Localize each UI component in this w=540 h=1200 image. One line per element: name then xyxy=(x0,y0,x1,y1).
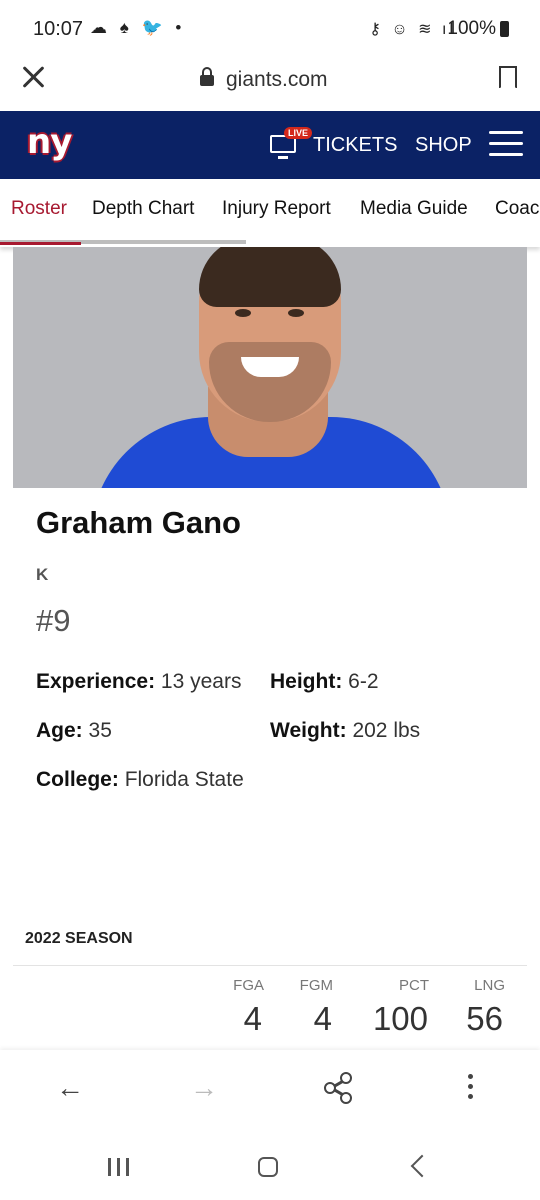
status-bar: 10:07 ☁ ♠ 🐦 • ⚷ ☺ ≋ ıl 100% xyxy=(0,0,540,58)
url-text: giants.com xyxy=(226,68,328,91)
address-bar[interactable]: giants.com xyxy=(200,66,328,94)
player-photo xyxy=(13,247,527,488)
height-row: Height: 6-2 xyxy=(270,670,379,694)
height-value: 6-2 xyxy=(348,670,379,693)
tab-roster[interactable]: Roster xyxy=(11,198,67,220)
active-tab-indicator xyxy=(0,242,81,245)
back-arrow-icon[interactable]: ← xyxy=(56,1072,84,1104)
battery-percent: 100% xyxy=(447,18,496,39)
photo-eye-left xyxy=(235,309,251,317)
stat-header-lng: LNG xyxy=(474,977,505,994)
weight-label: Weight: xyxy=(270,719,347,742)
tab-media-guide[interactable]: Media Guide xyxy=(360,198,468,220)
age-value: 35 xyxy=(88,719,112,742)
tab-depth-chart[interactable]: Depth Chart xyxy=(92,198,194,220)
age-label: Age: xyxy=(36,719,83,742)
experience-row: Experience: 13 years xyxy=(36,670,241,694)
photo-hair xyxy=(199,247,341,307)
stat-header-fga: FGA xyxy=(233,977,264,994)
more-options-icon[interactable] xyxy=(468,1074,474,1100)
notification-icons: ☁ ♠ 🐦 • xyxy=(90,18,186,37)
stat-header-pct: PCT xyxy=(399,977,429,994)
college-label: College: xyxy=(36,768,119,791)
battery-icon xyxy=(500,21,509,37)
tab-injury-report[interactable]: Injury Report xyxy=(222,198,331,220)
tab-coaches[interactable]: Coac xyxy=(495,198,539,220)
site-header: ny LIVE TICKETS SHOP xyxy=(0,111,540,179)
system-back-icon[interactable] xyxy=(410,1154,434,1178)
weight-value: 202 lbs xyxy=(352,719,421,742)
stat-value-fgm: 4 xyxy=(313,1000,332,1037)
status-time: 10:07 xyxy=(33,18,84,40)
share-icon[interactable] xyxy=(324,1072,352,1104)
experience-label: Experience: xyxy=(36,670,156,693)
age-row: Age: 35 xyxy=(36,719,112,743)
hamburger-menu-icon[interactable] xyxy=(489,131,523,157)
height-label: Height: xyxy=(270,670,343,693)
player-name: Graham Gano xyxy=(36,505,241,540)
forward-arrow-icon[interactable]: → xyxy=(190,1072,218,1104)
system-nav-bar xyxy=(0,1130,540,1200)
photo-eye-right xyxy=(288,309,304,317)
player-position: K xyxy=(36,565,49,584)
stat-header-fgm: FGM xyxy=(299,977,333,994)
browser-bottom-nav: ← → xyxy=(0,1050,540,1130)
browser-toolbar: giants.com xyxy=(0,58,540,110)
roster-tabs: Roster Depth Chart Injury Report Media G… xyxy=(0,179,540,247)
recents-icon[interactable] xyxy=(108,1158,130,1176)
college-value: Florida State xyxy=(124,768,244,791)
system-icons: ⚷ ☺ ≋ ıl xyxy=(369,21,456,38)
live-badge: LIVE xyxy=(284,127,313,139)
close-icon[interactable] xyxy=(21,64,47,90)
lock-icon xyxy=(200,67,214,88)
shop-link[interactable]: SHOP xyxy=(415,134,472,157)
experience-value: 13 years xyxy=(160,670,242,693)
player-number: #9 xyxy=(36,603,71,638)
stat-value-lng: 56 xyxy=(466,1000,503,1037)
season-divider xyxy=(13,965,527,966)
weight-row: Weight: 202 lbs xyxy=(270,719,420,743)
giants-logo[interactable]: ny xyxy=(27,125,72,159)
season-label: 2022 SEASON xyxy=(25,930,133,947)
stat-value-pct: 100 xyxy=(372,1000,428,1037)
home-icon[interactable] xyxy=(258,1157,278,1177)
stat-value-fga: 4 xyxy=(243,1000,262,1037)
bookmark-icon[interactable] xyxy=(498,66,517,89)
college-row: College: Florida State xyxy=(36,768,244,792)
tickets-link[interactable]: TICKETS xyxy=(313,134,397,157)
